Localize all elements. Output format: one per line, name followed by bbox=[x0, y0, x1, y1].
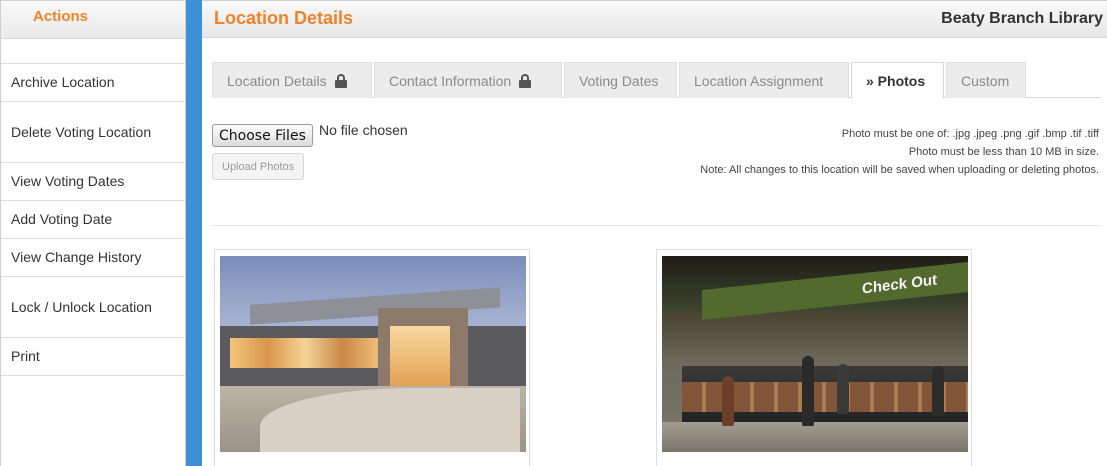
tab-label: » Photos bbox=[866, 72, 926, 89]
tab-photos[interactable]: » Photos bbox=[851, 62, 944, 99]
tab-bar: Location Details Contact Information Vot… bbox=[212, 62, 1101, 99]
view-change-history-link[interactable]: View Change History bbox=[1, 239, 185, 277]
lock-unlock-location-link[interactable]: Lock / Unlock Location bbox=[1, 277, 185, 338]
photo-card[interactable]: Check Out bbox=[656, 249, 972, 466]
format-note: Photo must be one of: .jpg .jpeg .png .g… bbox=[841, 128, 1099, 140]
tab-label: Contact Information bbox=[389, 72, 512, 89]
sidebar-title: Actions bbox=[1, 1, 185, 39]
size-note: Photo must be less than 10 MB in size. bbox=[908, 146, 1099, 158]
tab-voting-dates[interactable]: Voting Dates bbox=[564, 62, 677, 98]
add-voting-date-link[interactable]: Add Voting Date bbox=[1, 201, 185, 239]
actions-sidebar: Actions Archive Location Delete Voting L… bbox=[0, 0, 186, 466]
tab-label: Voting Dates bbox=[579, 72, 659, 89]
tab-label: Location Assignment bbox=[694, 72, 824, 89]
upload-photos-button[interactable]: Upload Photos bbox=[212, 153, 305, 180]
tab-custom[interactable]: Custom bbox=[946, 62, 1026, 98]
actions-list: Archive Location Delete Voting Location … bbox=[1, 63, 185, 376]
library-exterior-photo[interactable] bbox=[220, 256, 526, 452]
main-header: Location Details Beaty Branch Library bbox=[202, 0, 1107, 38]
photo-card[interactable] bbox=[214, 249, 530, 466]
upload-notes: Photo must be one of: .jpg .jpeg .png .g… bbox=[639, 125, 1099, 179]
section-divider bbox=[212, 225, 1101, 226]
delete-voting-location-link[interactable]: Delete Voting Location bbox=[1, 102, 185, 163]
lock-icon bbox=[334, 73, 347, 88]
file-status-text: No file chosen bbox=[319, 122, 408, 138]
view-voting-dates-link[interactable]: View Voting Dates bbox=[1, 163, 185, 201]
tab-label: Custom bbox=[961, 72, 1010, 89]
print-link[interactable]: Print bbox=[1, 338, 185, 376]
location-name: Beaty Branch Library bbox=[941, 10, 1103, 27]
lock-icon bbox=[519, 73, 532, 88]
page-title: Location Details bbox=[214, 8, 354, 28]
main-panel: Location Details Beaty Branch Library Lo… bbox=[202, 0, 1107, 466]
tab-location-assignment[interactable]: Location Assignment bbox=[679, 62, 849, 98]
tab-contact-information[interactable]: Contact Information bbox=[374, 62, 562, 98]
choose-files-button[interactable]: Choose Files bbox=[212, 124, 313, 147]
checkout-desk-photo[interactable]: Check Out bbox=[662, 256, 968, 452]
tab-label: Location Details bbox=[227, 72, 327, 89]
save-note: Note: All changes to this location will … bbox=[700, 164, 1099, 176]
archive-location-link[interactable]: Archive Location bbox=[1, 64, 185, 102]
sidebar-divider bbox=[186, 0, 202, 466]
tab-location-details[interactable]: Location Details bbox=[212, 62, 372, 98]
